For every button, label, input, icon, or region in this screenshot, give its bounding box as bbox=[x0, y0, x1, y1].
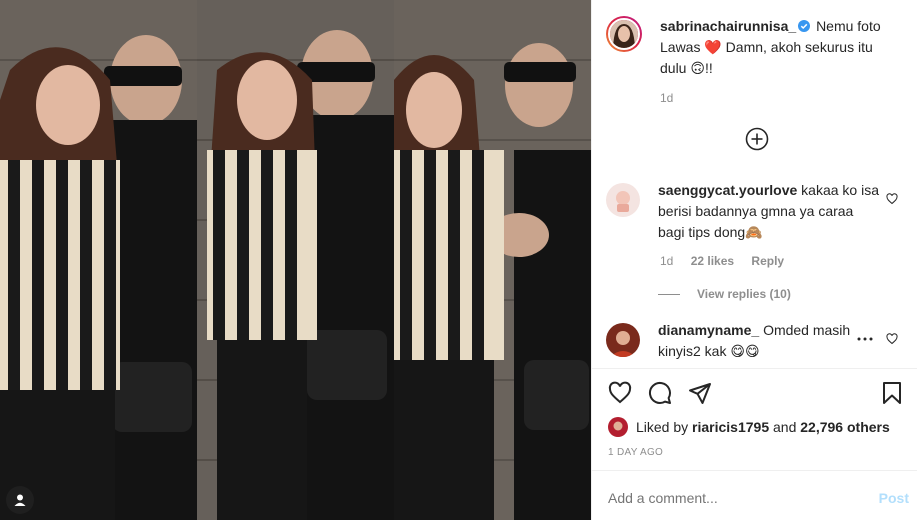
share-icon[interactable] bbox=[688, 381, 712, 405]
likes-prefix: Liked by bbox=[636, 419, 689, 435]
commenter-username[interactable]: saenggycat.yourlove bbox=[658, 182, 797, 198]
comment-age: 1d bbox=[660, 254, 674, 268]
divider bbox=[592, 368, 917, 369]
photo-panel-1 bbox=[0, 0, 197, 520]
view-replies-button[interactable]: View replies (10) bbox=[658, 287, 791, 301]
author-avatar[interactable] bbox=[606, 16, 642, 52]
divider bbox=[592, 470, 917, 471]
user-tag-icon[interactable] bbox=[6, 486, 34, 514]
comment-body: saenggycat.yourlove kakaa ko isa berisi … bbox=[658, 180, 883, 243]
comment-item: saenggycat.yourlove kakaa ko isa berisi … bbox=[606, 180, 906, 243]
commenter-avatar[interactable] bbox=[606, 323, 640, 357]
post-comment-button[interactable]: Post bbox=[879, 490, 909, 506]
comment-input[interactable] bbox=[608, 490, 848, 506]
post-photo[interactable] bbox=[0, 0, 591, 520]
liker-avatar[interactable] bbox=[608, 417, 628, 437]
verified-icon bbox=[798, 20, 811, 32]
likes-count[interactable]: 22,796 others bbox=[800, 419, 890, 435]
view-replies-label: View replies (10) bbox=[697, 287, 791, 301]
commenter-username[interactable]: dianamyname_ bbox=[658, 322, 759, 338]
author-username[interactable]: sabrinachairunnisa_ bbox=[660, 18, 796, 34]
heart-icon[interactable] bbox=[608, 381, 632, 405]
comment-like-icon[interactable] bbox=[886, 193, 898, 205]
comment-likes[interactable]: 22 likes bbox=[691, 254, 734, 268]
likes-connector: and bbox=[773, 419, 797, 435]
photo-panel-3 bbox=[394, 0, 591, 520]
comment-like-icon[interactable] bbox=[886, 333, 898, 345]
replies-divider bbox=[658, 293, 680, 295]
likes-summary: Liked by riaricis1795 and 22,796 others bbox=[608, 417, 890, 437]
caption-text-block: sabrinachairunnisa_ Nemu foto Lawas ❤️ D… bbox=[660, 16, 900, 79]
post-sidebar: sabrinachairunnisa_ Nemu foto Lawas ❤️ D… bbox=[591, 0, 917, 520]
save-icon[interactable] bbox=[880, 381, 904, 405]
comment-icon[interactable] bbox=[648, 381, 672, 405]
post-caption: sabrinachairunnisa_ Nemu foto Lawas ❤️ D… bbox=[606, 16, 906, 79]
post-date[interactable]: 1 DAY AGO bbox=[608, 447, 663, 458]
comment-body: dianamyname_ Omded masih kinyis2 kak 😋😋 bbox=[658, 320, 883, 362]
photo-panel-2 bbox=[197, 0, 394, 520]
caption-age: 1d bbox=[660, 91, 674, 105]
comment-item: dianamyname_ Omded masih kinyis2 kak 😋😋 bbox=[606, 320, 906, 362]
more-options-icon[interactable] bbox=[857, 337, 873, 341]
comment-meta: 1d 22 likes Reply bbox=[660, 254, 798, 268]
liker-username[interactable]: riaricis1795 bbox=[692, 419, 769, 435]
post-actions bbox=[608, 381, 908, 407]
reply-button[interactable]: Reply bbox=[751, 254, 784, 268]
commenter-avatar[interactable] bbox=[606, 183, 640, 217]
load-more-icon[interactable] bbox=[745, 127, 771, 153]
